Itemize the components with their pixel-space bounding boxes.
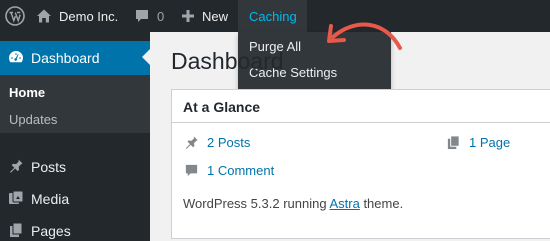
widget-header: At a Glance (172, 90, 550, 123)
version-suffix: theme. (363, 196, 404, 211)
widget-title: At a Glance (183, 99, 261, 115)
glance-comments-link[interactable]: 1 Comment (184, 163, 274, 178)
posts-count-label: 2 Posts (207, 135, 251, 150)
sidebar-item-media[interactable]: Media (0, 182, 150, 216)
pages-icon (446, 135, 461, 150)
comments-count: 0 (157, 8, 165, 24)
pin-icon (8, 158, 24, 177)
caching-label: Caching (249, 8, 297, 24)
comments-menu[interactable]: 0 (134, 0, 164, 32)
sidebar-item-posts[interactable]: Posts (0, 150, 150, 184)
home-icon (36, 8, 52, 24)
caching-menu-button[interactable]: Caching (238, 0, 307, 32)
new-content-menu[interactable]: New (181, 0, 228, 32)
at-a-glance-widget: At a Glance 2 Posts 1 Page 1 Comment Wor… (171, 89, 550, 239)
sidebar-subitem-home[interactable]: Home (9, 82, 45, 102)
theme-link[interactable]: Astra (329, 196, 359, 211)
plus-icon (181, 9, 195, 23)
comment-icon (134, 8, 150, 24)
comment-icon (184, 163, 199, 178)
admin-bar: Demo Inc. 0 New Caching (0, 0, 550, 32)
active-menu-arrow (142, 49, 150, 65)
site-name: Demo Inc. (59, 8, 119, 24)
dashboard-icon (8, 49, 24, 68)
sidebar-item-pages[interactable]: Pages (0, 214, 150, 241)
glance-pages-link[interactable]: 1 Page (446, 135, 510, 150)
new-label: New (202, 8, 229, 24)
annotation-arrow (327, 22, 402, 50)
page-title: Dashboard (171, 48, 284, 74)
comments-count-label: 1 Comment (207, 163, 275, 178)
sidebar-item-label: Pages (31, 223, 71, 239)
glance-posts-link[interactable]: 2 Posts (184, 135, 250, 150)
pages-icon (8, 222, 24, 241)
sidebar-item-label: Dashboard (31, 50, 100, 66)
version-text: WordPress 5.3.2 running (183, 196, 327, 211)
sidebar-subitem-updates[interactable]: Updates (9, 109, 57, 129)
sidebar-item-label: Posts (31, 159, 67, 175)
sidebar-item-label: Media (31, 191, 70, 207)
pages-count-label: 1 Page (469, 135, 511, 150)
site-name-menu[interactable]: Demo Inc. (36, 0, 118, 32)
version-info: WordPress 5.3.2 running Astra theme. (183, 196, 403, 211)
media-icon (8, 190, 24, 209)
sidebar-item-dashboard[interactable]: Dashboard (0, 41, 150, 75)
wordpress-logo-icon[interactable] (0, 0, 30, 32)
pin-icon (184, 135, 199, 150)
